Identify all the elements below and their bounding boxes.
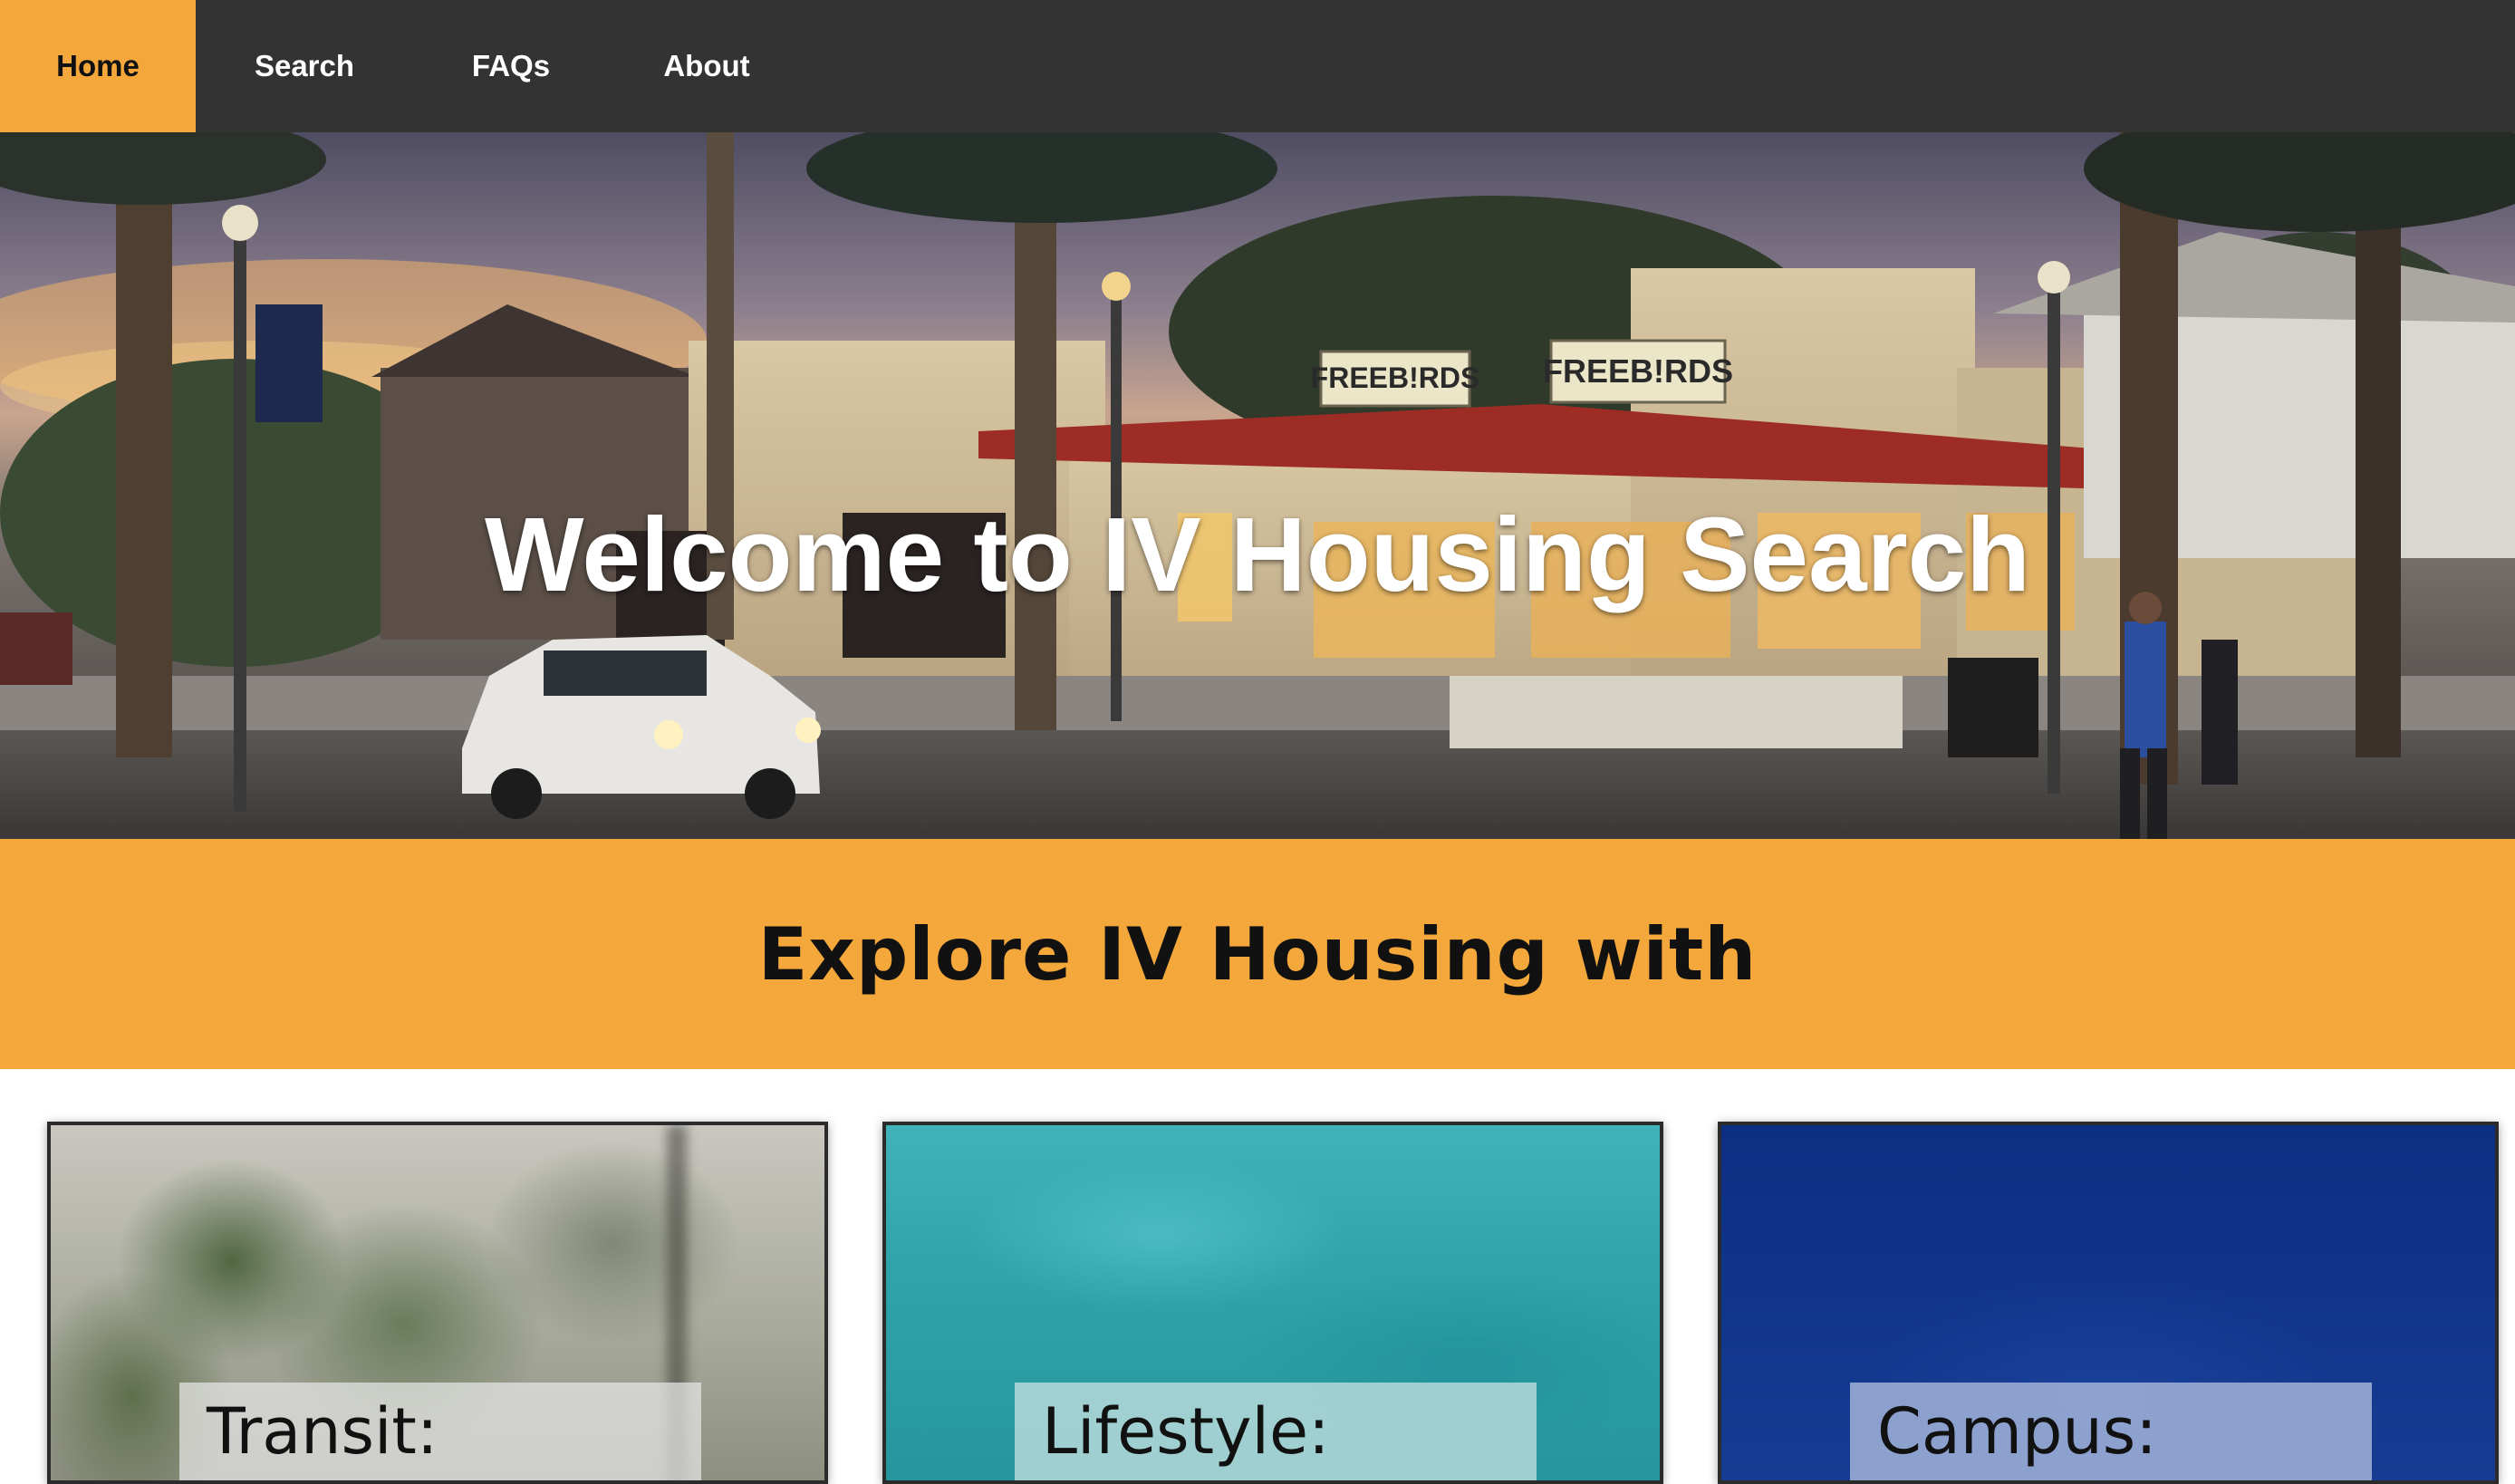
hero-sign-2: FREEB!RDS: [1543, 352, 1733, 390]
hero-sign-1: FREEB!RDS: [1311, 361, 1480, 394]
nav-about-link[interactable]: About: [609, 0, 805, 132]
nav-home-link[interactable]: Home: [0, 0, 196, 132]
campus-card-label: Campus:: [1850, 1383, 2372, 1480]
top-nav: Home Search FAQs About: [0, 0, 2515, 132]
explore-band: Explore IV Housing with: [0, 839, 2515, 1069]
campus-card[interactable]: Campus:: [1718, 1122, 2499, 1484]
lifestyle-card-label: Lifestyle:: [1015, 1383, 1537, 1480]
nav-faqs-link[interactable]: FAQs: [413, 0, 609, 132]
nav-search-link[interactable]: Search: [196, 0, 413, 132]
transit-card[interactable]: Transit:: [47, 1122, 828, 1484]
hero-banner: FREEB!RDS FREEB!RDS Welcome to IV Housin…: [0, 132, 2515, 839]
lifestyle-card[interactable]: Lifestyle:: [882, 1122, 1663, 1484]
hero-street-scene-image: FREEB!RDS FREEB!RDS: [0, 132, 2515, 839]
transit-card-label: Transit:: [179, 1383, 701, 1480]
explore-heading: Explore IV Housing with: [757, 911, 1758, 997]
hero-title: Welcome to IV Housing Search: [484, 495, 2030, 613]
